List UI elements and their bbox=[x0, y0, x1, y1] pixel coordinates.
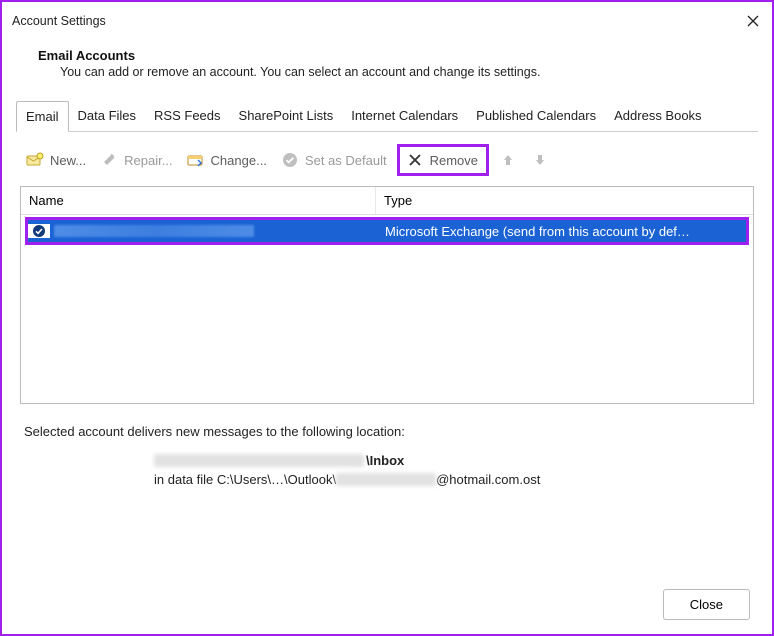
toolbar: New... Repair... Change... Set as Defaul… bbox=[16, 132, 758, 186]
account-type-cell: Microsoft Exchange (send from this accou… bbox=[383, 224, 746, 239]
wrench-icon bbox=[100, 151, 118, 169]
header-block: Email Accounts You can add or remove an … bbox=[2, 38, 772, 93]
redacted-folder-name bbox=[154, 454, 364, 467]
header-desc: You can add or remove an account. You ca… bbox=[38, 65, 736, 79]
repair-label: Repair... bbox=[124, 153, 172, 168]
arrow-down-icon bbox=[531, 151, 549, 169]
footer: Close bbox=[663, 589, 750, 620]
tab-published-calendars[interactable]: Published Calendars bbox=[467, 101, 605, 131]
delivery-block: Selected account delivers new messages t… bbox=[16, 404, 758, 487]
set-default-button[interactable]: Set as Default bbox=[277, 149, 391, 171]
repair-button[interactable]: Repair... bbox=[96, 149, 176, 171]
new-label: New... bbox=[50, 153, 86, 168]
highlighted-row-wrap: Microsoft Exchange (send from this accou… bbox=[25, 217, 749, 245]
window-title: Account Settings bbox=[12, 14, 106, 28]
delivery-title: Selected account delivers new messages t… bbox=[24, 424, 750, 439]
close-icon[interactable] bbox=[744, 12, 762, 30]
accounts-table: Name Type Microsoft Exchange (send from … bbox=[20, 186, 754, 404]
x-icon bbox=[406, 151, 424, 169]
check-circle-icon bbox=[281, 151, 299, 169]
set-default-label: Set as Default bbox=[305, 153, 387, 168]
redacted-filename bbox=[336, 473, 436, 486]
delivery-datafile-line: in data file C:\Users\…\Outlook\ @hotmai… bbox=[154, 472, 750, 487]
delivery-location-line: \Inbox bbox=[154, 453, 750, 468]
tabs-row: Email Data Files RSS Feeds SharePoint Li… bbox=[16, 101, 758, 132]
tab-internet-calendars[interactable]: Internet Calendars bbox=[342, 101, 467, 131]
table-header: Name Type bbox=[21, 187, 753, 215]
tab-rss-feeds[interactable]: RSS Feeds bbox=[145, 101, 229, 131]
titlebar: Account Settings bbox=[2, 2, 772, 38]
tab-sharepoint-lists[interactable]: SharePoint Lists bbox=[230, 101, 343, 131]
move-up-button[interactable] bbox=[495, 149, 521, 171]
arrow-up-icon bbox=[499, 151, 517, 169]
tab-data-files[interactable]: Data Files bbox=[69, 101, 146, 131]
close-button[interactable]: Close bbox=[663, 589, 750, 620]
datafile-suffix: @hotmail.com.ost bbox=[436, 472, 540, 487]
table-row[interactable]: Microsoft Exchange (send from this accou… bbox=[28, 220, 746, 242]
account-name-cell bbox=[50, 225, 383, 237]
move-down-button[interactable] bbox=[527, 149, 553, 171]
mail-new-icon bbox=[26, 151, 44, 169]
col-type[interactable]: Type bbox=[376, 187, 753, 214]
redacted-account-name bbox=[54, 225, 254, 237]
datafile-prefix: in data file C:\Users\…\Outlook\ bbox=[154, 472, 336, 487]
tab-email[interactable]: Email bbox=[16, 101, 69, 132]
remove-button[interactable]: Remove bbox=[397, 144, 489, 176]
new-button[interactable]: New... bbox=[22, 149, 90, 171]
folder-change-icon bbox=[187, 151, 205, 169]
tab-address-books[interactable]: Address Books bbox=[605, 101, 710, 131]
col-name[interactable]: Name bbox=[21, 187, 376, 214]
header-title: Email Accounts bbox=[38, 48, 736, 63]
default-check-icon bbox=[28, 224, 50, 238]
change-label: Change... bbox=[211, 153, 267, 168]
remove-label: Remove bbox=[430, 153, 478, 168]
change-button[interactable]: Change... bbox=[183, 149, 271, 171]
inbox-suffix: \Inbox bbox=[366, 453, 404, 468]
